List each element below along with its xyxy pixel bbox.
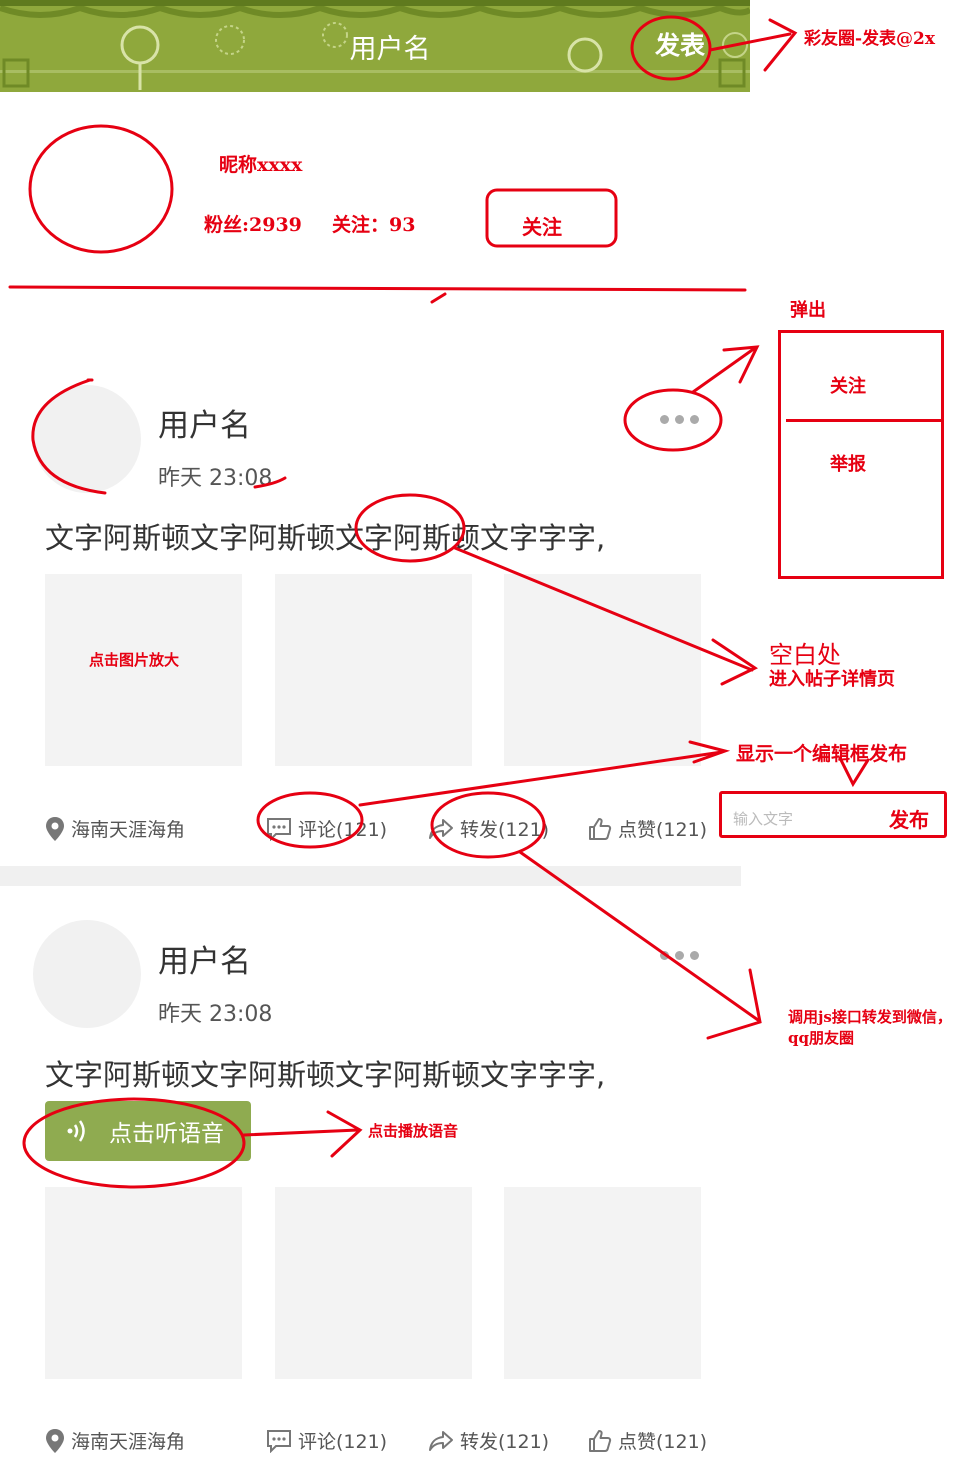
annotation-voice: 点击播放语音	[368, 1122, 459, 1140]
like-label: 点赞(121)	[618, 1431, 708, 1453]
post-image[interactable]	[45, 1187, 242, 1379]
more-options-icon[interactable]	[660, 951, 699, 960]
comment-button[interactable]: 评论(121)	[266, 1427, 387, 1454]
annotation-blank-area-detail: 进入帖子详情页	[769, 669, 895, 690]
post-username[interactable]: 用户名	[158, 936, 251, 981]
comment-icon	[267, 817, 291, 841]
voice-wave-icon	[67, 1120, 85, 1142]
share-icon	[429, 1430, 453, 1451]
post-image[interactable]	[504, 1187, 701, 1379]
annotation-editbox: 显示一个编辑框发布	[736, 743, 908, 765]
share-label: 转发(121)	[460, 1431, 550, 1453]
profile-fans-count: 粉丝:2939	[204, 214, 302, 236]
edit-input[interactable]: 输入文字	[733, 808, 793, 829]
profile-following-count: 关注：93	[332, 214, 416, 236]
share-label: 转发(121)	[460, 819, 550, 841]
share-button[interactable]: 转发(121)	[428, 815, 549, 842]
post-image[interactable]	[275, 1187, 472, 1379]
profile-follow-button[interactable]: 关注	[522, 211, 562, 240]
comment-label: 评论(121)	[298, 1431, 388, 1453]
location-label: 海南天涯海角	[71, 1431, 186, 1453]
like-button[interactable]: 点赞(121)	[588, 1427, 707, 1454]
post-image[interactable]	[504, 574, 701, 766]
like-button[interactable]: 点赞(121)	[588, 815, 707, 842]
post-divider	[0, 866, 741, 886]
post-text[interactable]: 文字阿斯顿文字阿斯顿文字阿斯顿文字字字,	[45, 515, 605, 557]
edit-send-button[interactable]: 发布	[889, 804, 929, 833]
post-text[interactable]: 文字阿斯顿文字阿斯顿文字阿斯顿文字字字,	[45, 1052, 605, 1094]
post-avatar[interactable]	[33, 920, 141, 1028]
post-location: 海南天涯海角	[45, 1427, 185, 1454]
annotation-image-tap: 点击图片放大	[89, 651, 180, 669]
location-pin-icon	[46, 1428, 64, 1453]
popup-report-item[interactable]: 举报	[830, 450, 866, 476]
location-pin-icon	[46, 816, 64, 841]
play-voice-button[interactable]: 点击听语音	[45, 1101, 251, 1161]
post-username[interactable]: 用户名	[158, 400, 251, 445]
header-title: 用户名	[349, 34, 431, 65]
annotation-post-asset: 彩友圈-发表@2x	[804, 29, 936, 49]
annotation-popup-title: 弹出	[790, 300, 826, 321]
location-label: 海南天涯海角	[71, 819, 186, 841]
more-options-icon[interactable]	[660, 415, 699, 424]
thumbs-up-icon	[589, 817, 612, 840]
post-time: 昨天 23:08	[158, 1002, 273, 1027]
popup-follow-item[interactable]: 关注	[830, 372, 866, 398]
thumbs-up-icon	[589, 1429, 612, 1452]
popup-divider	[786, 419, 941, 422]
post-button[interactable]: 发表	[655, 26, 705, 62]
post-avatar[interactable]	[33, 385, 141, 493]
post-image[interactable]	[45, 574, 242, 766]
post-location: 海南天涯海角	[45, 815, 185, 842]
voice-label: 点击听语音	[109, 1121, 224, 1147]
share-button[interactable]: 转发(121)	[428, 1427, 549, 1454]
comment-icon	[267, 1429, 291, 1453]
comment-label: 评论(121)	[298, 819, 388, 841]
post-image[interactable]	[275, 574, 472, 766]
app-header: 用户名 发表	[0, 0, 750, 92]
annotation-share: 调用js接口转发到微信，qq朋友圈	[788, 1008, 952, 1047]
post-time: 昨天 23:08	[158, 466, 273, 491]
profile-nickname: 昵称xxxx	[219, 154, 303, 176]
share-icon	[429, 818, 453, 839]
comment-button[interactable]: 评论(121)	[266, 815, 387, 842]
like-label: 点赞(121)	[618, 819, 708, 841]
